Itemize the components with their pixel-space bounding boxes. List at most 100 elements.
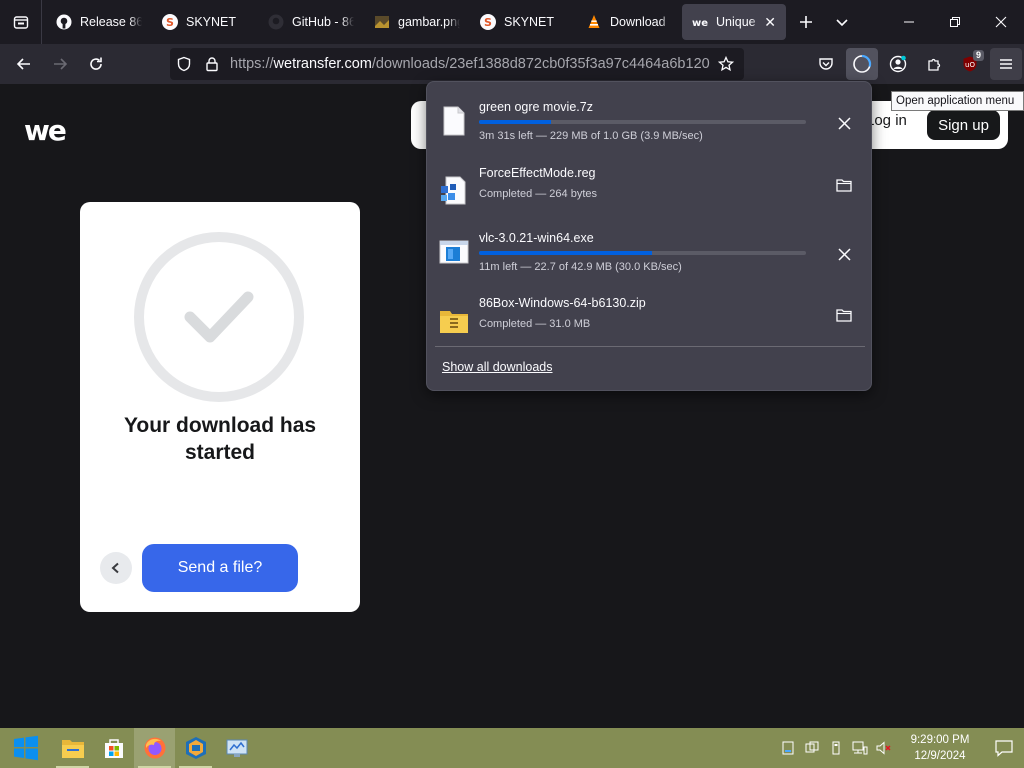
url-path: /downloads/23ef1388d872cb0f35f3a97c4464a…: [371, 56, 710, 72]
arrow-right-icon: [54, 58, 68, 70]
download-item[interactable]: vlc-3.0.21-win64.exe 11m left — 22.7 of …: [427, 221, 873, 283]
reload-button[interactable]: [78, 48, 114, 80]
url-bar[interactable]: https://wetransfer.com/downloads/23ef138…: [170, 48, 744, 80]
pocket-button[interactable]: [810, 48, 842, 80]
minimize-button[interactable]: [886, 0, 932, 44]
checkmark-icon: [184, 291, 254, 343]
firefox-icon: [144, 737, 165, 759]
card-back-button[interactable]: [100, 552, 132, 584]
tab-strip: Release 86Box S SKYNET GitHub - 86Box ga…: [0, 0, 1024, 44]
download-item[interactable]: ForceEffectMode.reg Completed — 264 byte…: [427, 160, 873, 222]
virtualbox-icon: [185, 737, 206, 759]
wetransfer-icon: we: [692, 14, 708, 30]
tray-usb-icon[interactable]: [824, 728, 848, 768]
download-status: Completed — 31.0 MB: [479, 318, 591, 330]
ublock-button[interactable]: uO 9: [954, 48, 986, 80]
close-icon: [837, 247, 851, 261]
close-window-button[interactable]: [978, 0, 1024, 44]
svg-text:S: S: [166, 16, 174, 29]
tab-skynet[interactable]: S SKYNET: [152, 4, 256, 40]
svg-text:uO: uO: [965, 61, 975, 69]
tab-label: Release 86Box: [80, 15, 142, 29]
action-center-button[interactable]: [984, 728, 1024, 768]
download-progress-icon: [853, 54, 872, 73]
skynet-icon: S: [480, 14, 496, 30]
download-item[interactable]: green ogre movie.7z 3m 31s left — 229 MB…: [427, 90, 873, 152]
taskbar-store[interactable]: [93, 728, 134, 768]
windows-logo-icon: [14, 735, 38, 761]
show-all-downloads-button[interactable]: Show all downloads: [442, 360, 553, 374]
tray-tablet-icon[interactable]: [776, 728, 800, 768]
download-item[interactable]: 86Box-Windows-64-b6130.zip Completed — 3…: [427, 290, 873, 352]
download-progress-bar: [479, 120, 806, 124]
download-filename: green ogre movie.7z: [479, 100, 593, 114]
download-progress-fill: [479, 251, 653, 255]
taskbar-control-panel[interactable]: [216, 728, 257, 768]
taskbar-firefox[interactable]: [134, 728, 175, 768]
vlc-icon: [586, 14, 602, 30]
tab-download-vlc[interactable]: Download: [576, 4, 680, 40]
extensions-button[interactable]: [918, 48, 950, 80]
tab-unique-download[interactable]: we Unique Download ✕: [682, 4, 786, 40]
cancel-download-button[interactable]: [831, 241, 857, 267]
url-text[interactable]: https://wetransfer.com/downloads/23ef138…: [230, 56, 710, 72]
svg-text:S: S: [484, 16, 492, 29]
taskbar-clock[interactable]: 9:29:00 PM 12/9/2024: [902, 732, 978, 764]
minimize-icon: [904, 21, 914, 23]
list-all-tabs-button[interactable]: [824, 4, 860, 40]
download-status: 11m left — 22.7 of 42.9 MB (30.0 KB/sec): [479, 261, 682, 273]
signup-button[interactable]: Sign up: [927, 110, 1000, 140]
forward-button[interactable]: [42, 48, 78, 80]
lock-icon[interactable]: [198, 48, 226, 80]
downloads-panel: green ogre movie.7z 3m 31s left — 229 MB…: [426, 81, 872, 391]
restore-button[interactable]: [932, 0, 978, 44]
hamburger-menu-icon: [1000, 59, 1012, 69]
system-tray: 9:29:00 PM 12/9/2024: [776, 728, 1024, 768]
file-explorer-icon: [61, 740, 84, 758]
registry-file-icon: [439, 174, 469, 208]
application-menu-button[interactable]: [990, 48, 1022, 80]
firefox-view-icon: [13, 16, 28, 29]
send-file-button[interactable]: Send a file?: [142, 544, 298, 592]
volume-muted-icon[interactable]: [872, 728, 896, 768]
panel-separator: [435, 346, 865, 347]
show-in-folder-button[interactable]: [831, 302, 857, 328]
clock-time: 9:29:00 PM: [910, 734, 970, 746]
firefox-view-button[interactable]: [0, 0, 42, 44]
taskbar-virtualbox[interactable]: [175, 728, 216, 768]
github-icon: [268, 14, 284, 30]
download-started-heading: Your download has started: [123, 414, 317, 464]
download-progress-bar: [479, 251, 806, 255]
new-tab-button[interactable]: [788, 4, 824, 40]
tray-windows-icon[interactable]: [800, 728, 824, 768]
wetransfer-logo[interactable]: we: [24, 114, 67, 147]
cancel-download-button[interactable]: [831, 110, 857, 136]
file-icon: [439, 104, 469, 138]
downloads-button[interactable]: [846, 48, 878, 80]
tab-release-86box[interactable]: Release 86Box: [46, 4, 150, 40]
close-tab-icon[interactable]: ✕: [764, 14, 776, 31]
notification-icon: [995, 740, 1013, 757]
tab-label: Download: [610, 15, 666, 29]
url-scheme: https://: [230, 56, 274, 72]
svg-text:we: we: [692, 18, 708, 29]
bookmark-star-icon[interactable]: [712, 48, 740, 80]
tracking-protection-icon[interactable]: [170, 48, 198, 80]
tab-skynet-2[interactable]: S SKYNET: [470, 4, 574, 40]
tab-github-86box[interactable]: GitHub - 86Box: [258, 4, 362, 40]
download-status: Completed — 264 bytes: [479, 188, 598, 200]
account-button[interactable]: [882, 48, 914, 80]
control-panel-icon: [226, 739, 247, 757]
tab-label: SKYNET: [504, 15, 555, 29]
tab-gambar[interactable]: gambar.png: [364, 4, 468, 40]
taskbar-file-explorer[interactable]: [52, 728, 93, 768]
puzzle-piece-icon: [928, 58, 941, 71]
store-icon: [104, 739, 123, 758]
folder-icon: [836, 179, 852, 192]
start-button[interactable]: [0, 728, 52, 768]
chevron-down-icon: [836, 19, 848, 27]
network-icon[interactable]: [848, 728, 872, 768]
plus-icon: [800, 16, 812, 28]
show-in-folder-button[interactable]: [831, 172, 857, 198]
back-button[interactable]: [6, 48, 42, 80]
